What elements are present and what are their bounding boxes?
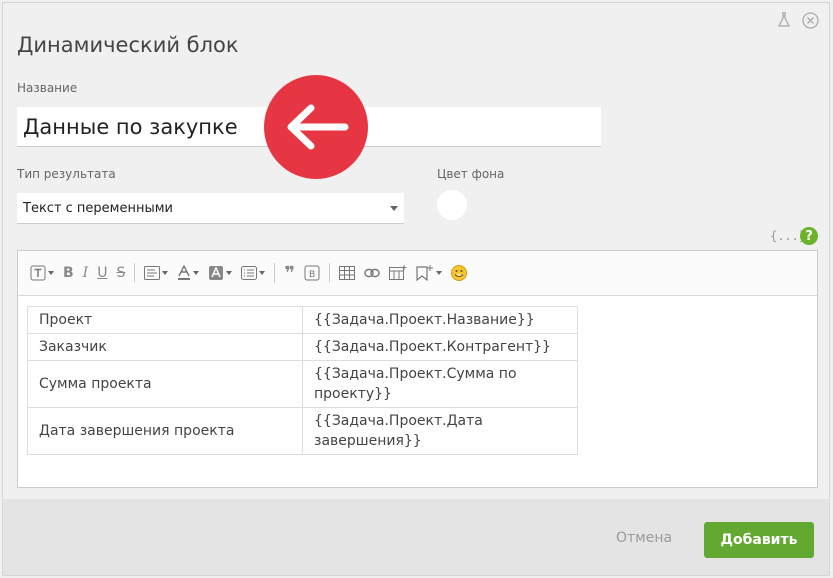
toolbar-divider bbox=[328, 263, 330, 283]
table-cell-value[interactable]: {{Задача.Проект.Контрагент}} bbox=[302, 333, 578, 361]
table-cell-value[interactable]: {{Задача.Проект.Название}} bbox=[302, 306, 578, 334]
table-cell-label[interactable]: Проект bbox=[27, 306, 303, 334]
quote-icon[interactable]: ❞ bbox=[284, 262, 295, 284]
toolbar-divider bbox=[274, 263, 276, 283]
italic-icon[interactable]: I bbox=[83, 262, 89, 284]
dynamic-block-dialog: Динамический блок Название Тип результат… bbox=[2, 2, 830, 576]
header-icons bbox=[775, 11, 819, 29]
font-color-icon[interactable] bbox=[177, 262, 200, 284]
text-style-icon[interactable] bbox=[30, 262, 54, 284]
highlight-icon[interactable] bbox=[208, 262, 233, 284]
flask-icon[interactable] bbox=[775, 11, 793, 29]
strikethrough-icon[interactable]: S bbox=[116, 262, 125, 284]
list-icon[interactable] bbox=[241, 262, 266, 284]
table-cell-value[interactable]: {{Задача.Проект.Сумма по проекту}} bbox=[302, 360, 578, 408]
chevron-down-icon bbox=[390, 206, 398, 211]
emoji-icon[interactable] bbox=[450, 262, 467, 284]
table-icon[interactable] bbox=[338, 262, 355, 284]
template-icon[interactable]: B bbox=[304, 262, 320, 284]
table-row: Заказчик {{Задача.Проект.Контрагент}} bbox=[27, 333, 578, 361]
bookmark-icon[interactable] bbox=[416, 262, 442, 284]
underline-icon[interactable]: U bbox=[97, 262, 107, 284]
editor-toolbar: B I U S ❞ B bbox=[18, 251, 817, 296]
help-icon[interactable]: ? bbox=[800, 227, 818, 245]
table-row: Проект {{Задача.Проект.Название}} bbox=[27, 306, 578, 334]
table-cell-label[interactable]: Дата завершения проекта bbox=[27, 407, 303, 455]
table-row: Сумма проекта {{Задача.Проект.Сумма по п… bbox=[27, 360, 578, 408]
table-row: Дата завершения проекта {{Задача.Проект.… bbox=[27, 407, 578, 455]
bold-icon[interactable]: B bbox=[63, 262, 74, 284]
table-cell-value[interactable]: {{Задача.Проект.Дата завершения}} bbox=[302, 407, 578, 455]
insert-block-icon[interactable] bbox=[388, 262, 407, 284]
svg-text:B: B bbox=[309, 270, 315, 280]
rich-text-editor[interactable]: B I U S ❞ B Проект {{Задача.Проект.Назва… bbox=[17, 250, 818, 488]
bg-color-label: Цвет фона bbox=[437, 167, 505, 181]
close-circle-icon[interactable] bbox=[801, 11, 819, 29]
table-cell-label[interactable]: Заказчик bbox=[27, 333, 303, 361]
add-button[interactable]: Добавить bbox=[704, 522, 814, 558]
content-table[interactable]: Проект {{Задача.Проект.Название}} Заказч… bbox=[27, 306, 578, 455]
arrow-left-icon bbox=[264, 75, 368, 179]
result-type-value: Текст с переменными bbox=[23, 201, 173, 216]
result-type-label: Тип результата bbox=[17, 167, 116, 181]
cancel-button[interactable]: Отмена bbox=[616, 530, 672, 546]
link-icon[interactable] bbox=[364, 262, 380, 284]
toolbar-divider bbox=[134, 263, 136, 283]
name-label: Название bbox=[17, 81, 78, 95]
bg-color-swatch[interactable] bbox=[437, 190, 467, 220]
result-type-select[interactable]: Текст с переменными bbox=[17, 193, 404, 224]
dialog-title: Динамический блок bbox=[17, 33, 239, 57]
table-cell-label[interactable]: Сумма проекта bbox=[27, 360, 303, 408]
align-icon[interactable] bbox=[144, 262, 169, 284]
